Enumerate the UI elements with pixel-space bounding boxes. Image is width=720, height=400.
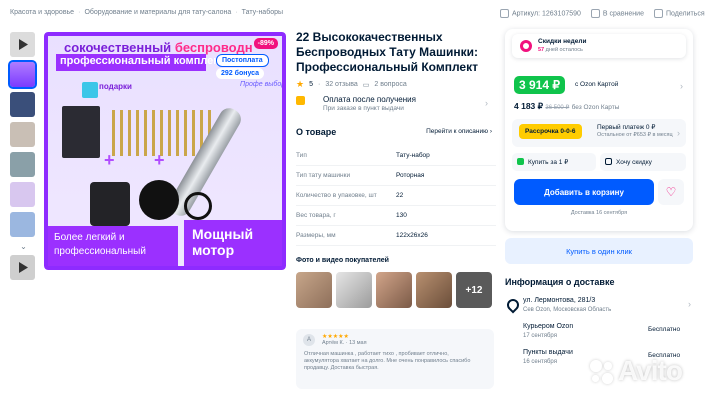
hero-frame [44, 32, 286, 270]
installment-button[interactable]: Рассрочка 0-0-6 [519, 124, 582, 139]
product-thumbnail[interactable] [8, 60, 37, 89]
avatar: А [303, 334, 315, 346]
star-icon: ★ [296, 79, 305, 89]
spec-row: Вес товара, г 130 [296, 206, 496, 226]
article-number: Артикул: 1263107590 [500, 9, 581, 18]
review-text: Отличная машинка , работает тихо , проби… [304, 351, 471, 371]
heart-icon[interactable]: ♡ [658, 179, 684, 205]
weekly-sale-banner[interactable]: Скидки недели 57 дней осталось [512, 34, 686, 58]
buy-for-1-button[interactable]: Купить за 1 ₽ [512, 153, 596, 171]
questions-link[interactable]: 2 вопроса [374, 81, 406, 88]
chevron-down-icon[interactable]: ⌄ [10, 242, 37, 251]
review-stars: ★★★★★ [322, 334, 349, 340]
buy-box: Скидки недели 57 дней осталось 3 914 ₽ с… [505, 29, 693, 231]
about-section: О товаре Перейти к описанию › [296, 127, 492, 137]
customer-photos: +12 [296, 272, 492, 308]
delivery-option-courier[interactable]: Курьером Ozon 17 сентября Бесплатно [505, 323, 693, 345]
chat-icon [605, 158, 612, 165]
customer-photo[interactable] [336, 272, 372, 308]
product-thumbnail[interactable] [10, 152, 35, 177]
wallet-icon [296, 96, 305, 105]
chevron-right-icon[interactable]: › [680, 81, 683, 91]
chevron-right-icon: › [688, 299, 691, 309]
customer-photo[interactable] [416, 272, 452, 308]
play-icon [10, 255, 35, 280]
breadcrumb: Красота и здоровье · Оборудование и матер… [10, 9, 284, 16]
video-thumbnail[interactable] [10, 32, 35, 57]
rating-value: 5 [309, 81, 313, 88]
avito-logo-icon [590, 359, 616, 386]
customer-photo[interactable] [296, 272, 332, 308]
breadcrumb-item[interactable]: Красота и здоровье [10, 9, 74, 16]
product-thumbnail[interactable] [10, 182, 35, 207]
installment-block[interactable]: Рассрочка 0-0-6 Первый платеж 0 ₽ Осталь… [512, 119, 686, 147]
spec-row: Количество в упаковке, шт 22 [296, 186, 496, 206]
delivery-address[interactable]: ул. Лермонтова, 281/3 Сев Ozon, Московск… [504, 296, 693, 319]
chevron-right-icon: › [485, 98, 488, 108]
want-discount-button[interactable]: Хочу скидку [600, 153, 686, 171]
product-meta-bar: Артикул: 1263107590 В сравнение Поделить… [500, 9, 705, 18]
price-with-card: 3 914 ₽ [514, 76, 565, 94]
customer-photos-heading: Фото и видео покупателей [296, 257, 389, 264]
review-card[interactable]: А ★★★★★ Артём К. · 13 мая Отличная машин… [296, 329, 494, 389]
compare-icon [590, 9, 600, 18]
one-click-buy-button[interactable]: Купить в один клик [505, 238, 693, 264]
share-icon [653, 9, 663, 18]
product-thumbnail[interactable] [10, 122, 35, 147]
video-thumbnail[interactable] [10, 255, 35, 280]
delivery-date-note: Доставка 16 сентября [570, 210, 628, 216]
spec-row: Тип Тату-набор [296, 146, 496, 166]
main-product-image[interactable]: сокочественный беспроводн профессиональн… [44, 32, 286, 270]
review-author: Артём К. · 13 мая [322, 340, 367, 346]
sale-icon [520, 40, 532, 52]
chat-icon: ▭ [362, 81, 370, 89]
price-with-card-label: с Ozon Картой [575, 81, 619, 88]
share-button[interactable]: Поделиться [653, 9, 705, 18]
description-link[interactable]: Перейти к описанию › [426, 128, 492, 135]
specs-table: Тип Тату-набор Тип тату машинки Роторная К… [296, 146, 496, 246]
spec-row: Тип тату машинки Роторная [296, 166, 496, 186]
reviews-link[interactable]: 32 отзыва [325, 81, 357, 88]
breadcrumb-item[interactable]: Тату-наборы [242, 9, 283, 16]
compare-button[interactable]: В сравнение [590, 9, 644, 18]
thumbnail-strip: ⌄ [8, 32, 37, 285]
location-pin-icon [504, 296, 522, 314]
sparkle-icon [517, 158, 524, 165]
more-photos-button[interactable]: +12 [456, 272, 492, 308]
price-without-card: 4 183 ₽ 36 500 ₽ без Ozon Карты [514, 101, 620, 111]
breadcrumb-item[interactable]: Оборудование и материалы для тату-салона [84, 9, 231, 16]
product-thumbnail[interactable] [10, 212, 35, 237]
product-thumbnail[interactable] [10, 92, 35, 117]
chevron-right-icon: › [677, 128, 680, 138]
spec-row: Размеры, мм 122х26х26 [296, 226, 496, 246]
product-title: 22 Высококачественных Беспроводных Тату … [296, 30, 478, 74]
delivery-heading: Информация о доставке [505, 277, 615, 287]
avito-watermark: Avito [590, 355, 683, 387]
pay-after-banner[interactable]: Оплата после получения При заказе в пунк… [296, 94, 492, 116]
copy-icon [500, 9, 509, 18]
add-to-cart-button[interactable]: Добавить в корзину [514, 179, 654, 205]
play-icon [10, 32, 35, 57]
rating-row: ★ 5 · 32 отзыва ▭ 2 вопроса [296, 79, 407, 89]
customer-photo[interactable] [376, 272, 412, 308]
